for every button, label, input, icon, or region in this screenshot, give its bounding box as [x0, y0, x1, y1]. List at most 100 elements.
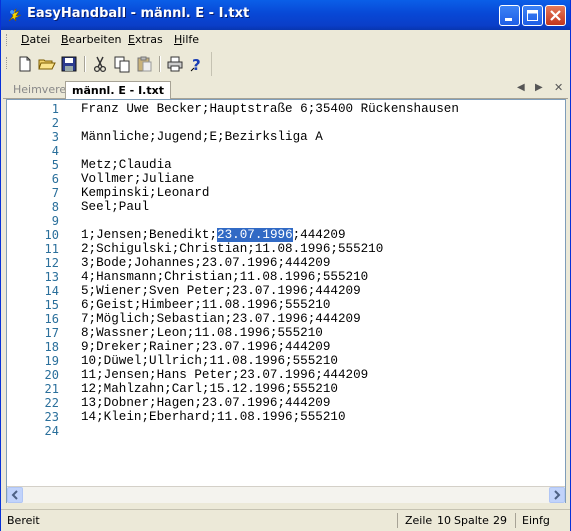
- status-divider: [397, 513, 398, 528]
- menu-datei[interactable]: Datei: [21, 33, 50, 46]
- code-line[interactable]: Franz Uwe Becker;Hauptstraße 6;35400 Rüc…: [81, 102, 561, 116]
- status-spalte-label: Spalte: [454, 514, 489, 527]
- line-number: 12: [44, 256, 59, 270]
- selected-text[interactable]: 23.07.1996: [217, 228, 293, 242]
- code-line[interactable]: [81, 214, 561, 228]
- menu-bearbeiten[interactable]: Bearbeiten: [61, 33, 121, 46]
- text-editor[interactable]: 1 2 3 4 5 6 7 8 9 10 11 12 13 14 15 16 17 18 19 20 21 22 23 24 …: [6, 99, 566, 503]
- code-line[interactable]: [81, 144, 561, 158]
- status-bar: Bereit Zeile 10 Spalte 29 Einfg: [1, 509, 570, 531]
- minimize-icon: [505, 18, 512, 21]
- code-line[interactable]: 12;Mahlzahn;Carl;15.12.1996;555210: [81, 382, 561, 396]
- code-line[interactable]: 4;Hansmann;Christian;11.08.1996;555210: [81, 270, 561, 284]
- svg-text:?: ?: [192, 56, 201, 73]
- menu-bearbeiten-rest: earbeiten: [68, 33, 122, 46]
- app-icon: [8, 8, 22, 22]
- code-line[interactable]: 7;Möglich;Sebastian;23.07.1996;444209: [81, 312, 561, 326]
- minimize-button[interactable]: [499, 5, 520, 26]
- code-line[interactable]: [81, 424, 561, 438]
- code-line[interactable]: 8;Wassner;Leon;11.08.1996;555210: [81, 326, 561, 340]
- menu-extras[interactable]: Extras: [128, 33, 163, 46]
- horizontal-scrollbar[interactable]: [7, 486, 565, 503]
- menu-bearbeiten-accel: B: [61, 33, 69, 46]
- code-line[interactable]: 9;Dreker;Rainer;23.07.1996;444209: [81, 340, 561, 354]
- bookmark-margin[interactable]: [7, 100, 29, 486]
- save-icon[interactable]: [60, 55, 78, 73]
- scroll-left-button[interactable]: [7, 487, 23, 503]
- code-line[interactable]: Kempinski;Leonard: [81, 186, 561, 200]
- code-text[interactable]: ;444209: [293, 228, 346, 242]
- print-icon[interactable]: [166, 55, 184, 73]
- code-line[interactable]: Vollmer;Juliane: [81, 172, 561, 186]
- line-number: 2: [51, 116, 59, 130]
- code-line[interactable]: [81, 116, 561, 130]
- line-number: 19: [44, 354, 59, 368]
- line-number: 21: [44, 382, 59, 396]
- scroll-right-button[interactable]: [549, 487, 565, 503]
- menu-datei-rest: atei: [29, 33, 51, 46]
- line-number: 6: [51, 172, 59, 186]
- line-number: 5: [51, 158, 59, 172]
- line-number: 11: [44, 242, 59, 256]
- code-line[interactable]: 3;Bode;Johannes;23.07.1996;444209: [81, 256, 561, 270]
- tab-scroll-left-icon[interactable]: ◀: [517, 82, 525, 93]
- open-folder-icon[interactable]: [38, 55, 56, 73]
- code-line[interactable]: 6;Geist;Himbeer;11.08.1996;555210: [81, 298, 561, 312]
- code-line[interactable]: Männliche;Jugend;E;Bezirksliga A: [81, 130, 561, 144]
- line-number: 14: [44, 284, 59, 298]
- close-icon: [550, 10, 561, 21]
- line-number: 1: [51, 102, 59, 116]
- title-bar[interactable]: EasyHandball - männl. E - I.txt: [1, 0, 570, 30]
- menu-extras-accel: E: [128, 33, 135, 46]
- tab-scroll-right-icon[interactable]: ▶: [535, 82, 543, 93]
- tab-strip: Heimverein männl. E - I.txt ◀ ▶ ✕: [3, 79, 568, 100]
- line-number: 20: [44, 368, 59, 382]
- status-insert-mode: Einfg: [522, 514, 550, 527]
- line-number: 9: [51, 214, 59, 228]
- close-button[interactable]: [545, 5, 566, 26]
- code-line[interactable]: Seel;Paul: [81, 200, 561, 214]
- status-text: Bereit: [7, 514, 40, 527]
- tab-close-icon[interactable]: ✕: [554, 81, 563, 94]
- menu-bar: Datei Bearbeiten Extras Hilfe: [1, 30, 570, 50]
- menu-hilfe[interactable]: Hilfe: [174, 33, 199, 46]
- code-line[interactable]: Metz;Claudia: [81, 158, 561, 172]
- line-number: 13: [44, 270, 59, 284]
- code-line[interactable]: 13;Dobner;Hagen;23.07.1996;444209: [81, 396, 561, 410]
- code-line[interactable]: 10;Düwel;Ullrich;11.08.1996;555210: [81, 354, 561, 368]
- chevron-right-icon: [554, 490, 561, 500]
- line-numbers: 1 2 3 4 5 6 7 8 9 10 11 12 13 14 15 16 17 18 19 20 21 22 23 24: [29, 102, 59, 438]
- toolbar-separator: [159, 56, 161, 72]
- code-line[interactable]: 5;Wiener;Sven Peter;23.07.1996;444209: [81, 284, 561, 298]
- menu-grip[interactable]: [6, 34, 10, 46]
- line-number: 24: [44, 424, 59, 438]
- toolbar-grip[interactable]: [6, 57, 10, 69]
- copy-icon[interactable]: [113, 55, 131, 73]
- help-icon[interactable]: ?: [188, 55, 206, 73]
- paste-icon[interactable]: [135, 55, 153, 73]
- code-line[interactable]: 1;Jensen;Benedikt;23.07.1996;444209: [81, 228, 561, 242]
- line-number: 8: [51, 200, 59, 214]
- toolbar: ?: [1, 52, 212, 76]
- code-line[interactable]: 14;Klein;Eberhard;11.08.1996;555210: [81, 410, 561, 424]
- status-divider: [515, 513, 516, 528]
- maximize-button[interactable]: [522, 5, 543, 26]
- status-spalte-value: 29: [493, 514, 507, 527]
- code-text[interactable]: 1;Jensen;Benedikt;: [81, 228, 217, 242]
- status-zeile-label: Zeile: [405, 514, 433, 527]
- line-number: 17: [44, 326, 59, 340]
- tab-current-file[interactable]: männl. E - I.txt: [65, 81, 171, 100]
- new-file-icon[interactable]: [16, 55, 34, 73]
- code-line[interactable]: 2;Schigulski;Christian;11.08.1996;555210: [81, 242, 561, 256]
- code-line[interactable]: 11;Jensen;Hans Peter;23.07.1996;444209: [81, 368, 561, 382]
- line-number: 22: [44, 396, 59, 410]
- line-number: 16: [44, 312, 59, 326]
- cut-icon[interactable]: [91, 55, 109, 73]
- line-number: 4: [51, 144, 59, 158]
- code-area[interactable]: Franz Uwe Becker;Hauptstraße 6;35400 Rüc…: [81, 102, 561, 486]
- maximize-icon: [527, 10, 538, 21]
- line-number: 7: [51, 186, 59, 200]
- line-number: 10: [44, 228, 59, 242]
- menu-extras-rest: xtras: [134, 33, 163, 46]
- window-title: EasyHandball - männl. E - I.txt: [27, 6, 250, 21]
